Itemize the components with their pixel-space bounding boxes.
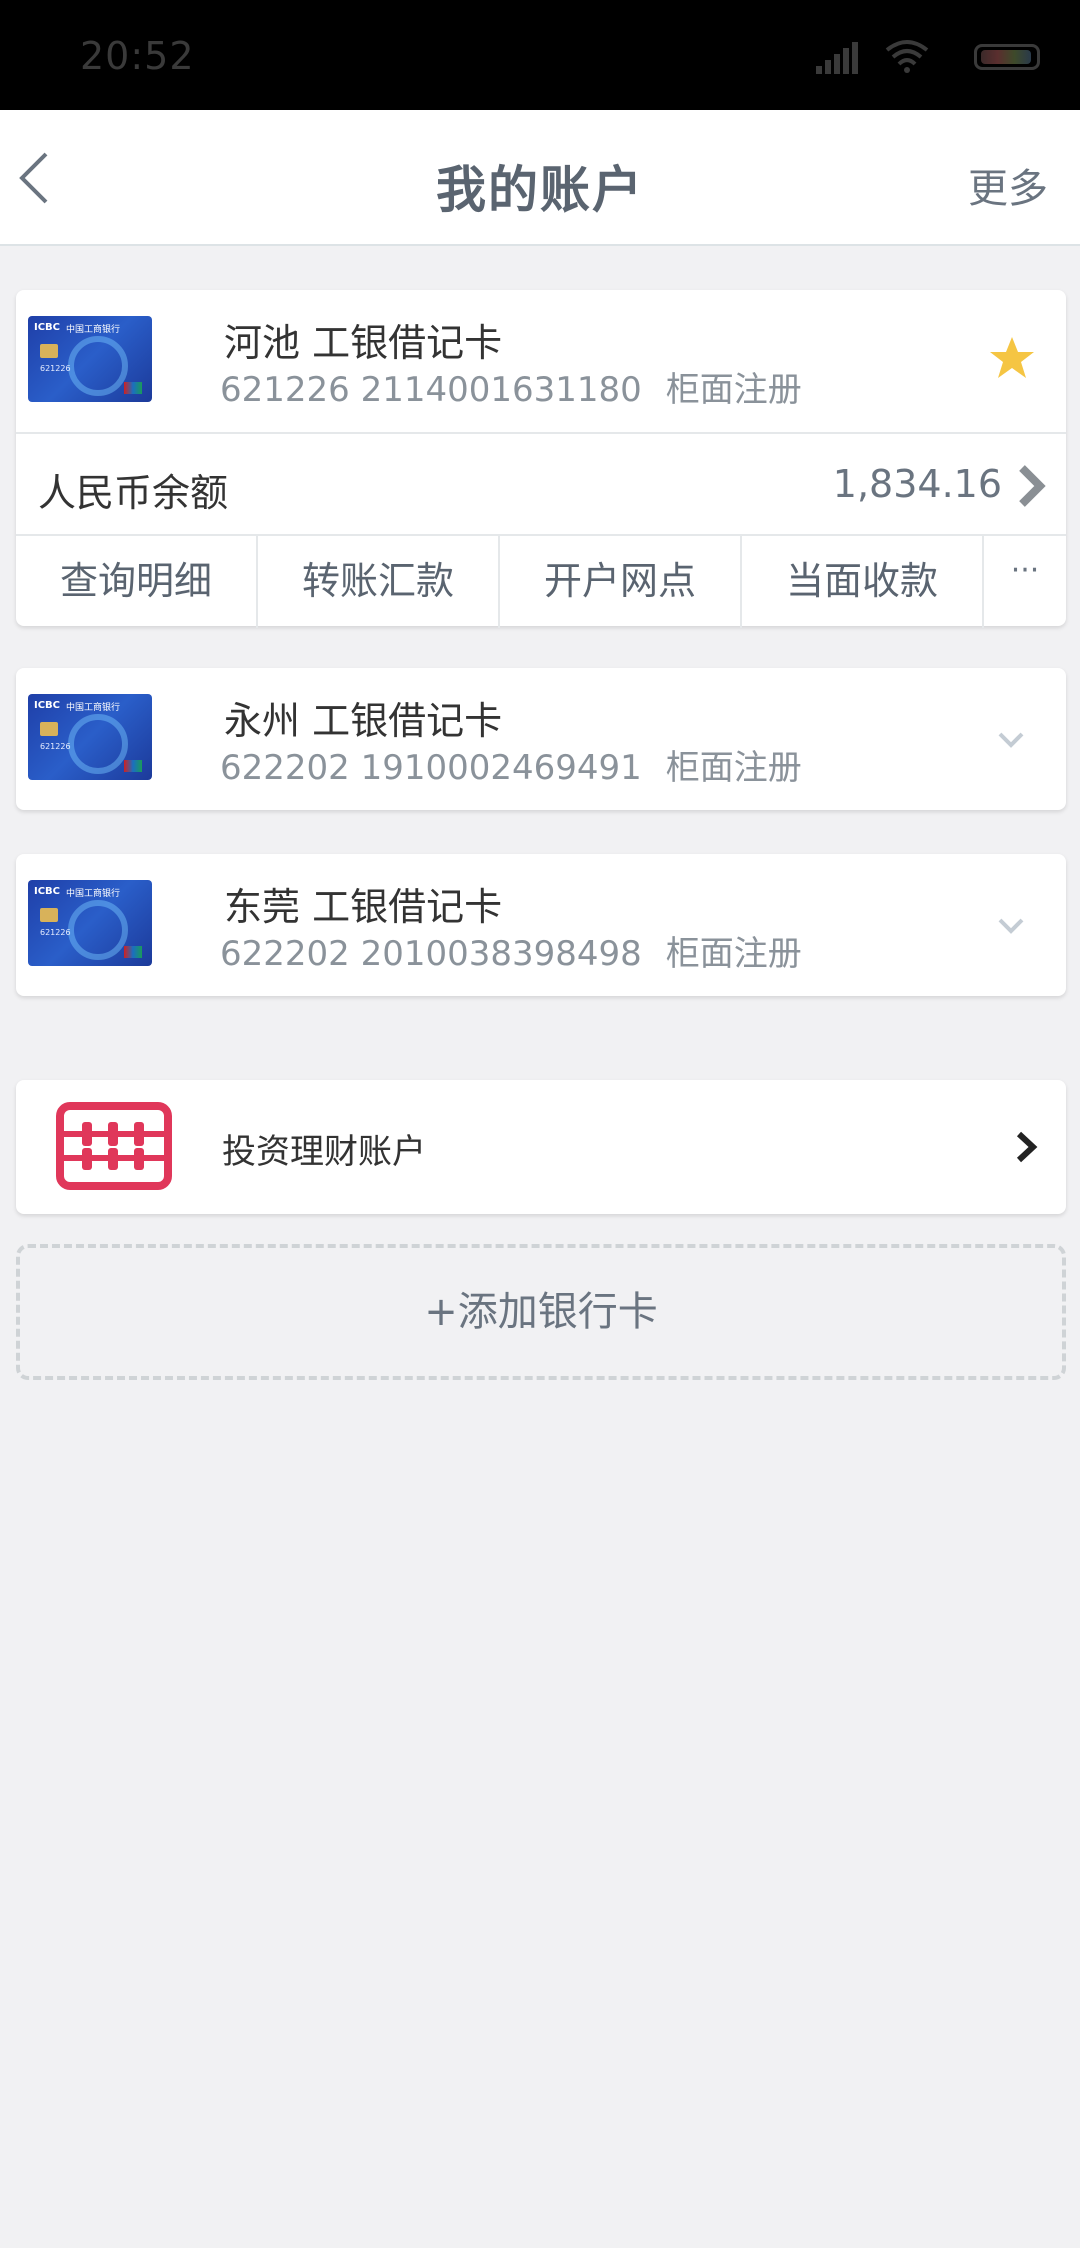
card-number: 622202 1910002469491 (220, 748, 642, 788)
battery-icon (974, 44, 1040, 70)
bank-card-item[interactable]: ICBC 中国工商银行 621226 永州 工银借记卡 622202 19100… (16, 668, 1066, 810)
balance-label: 人民币余额 (38, 471, 229, 515)
actions-more-button[interactable]: ··· (984, 536, 1066, 626)
bank-card-image: ICBC 中国工商银行 621226 (28, 316, 152, 402)
more-button[interactable]: 更多 (968, 156, 1048, 214)
balance-row[interactable]: 人民币余额 1,834.16 (16, 432, 1066, 534)
card-number-line: 621226 2114001631180 柜面注册 (220, 362, 802, 411)
actions-row: 查询明细 转账汇款 开户网点 当面收款 ··· (16, 534, 1066, 628)
balance-value: 1,834.16 (832, 462, 1002, 506)
card-name: 永州 工银借记卡 (224, 699, 503, 743)
signal-icon (816, 42, 858, 74)
card-number-line: 622202 1910002469491 柜面注册 (220, 740, 802, 789)
nav-bar: 我的账户 更多 (0, 110, 1080, 246)
status-icons (740, 38, 1040, 78)
investment-account-row[interactable]: 投资理财账户 (16, 1080, 1066, 1214)
primary-card: ICBC 中国工商银行 621226 河池 工银借记卡 621226 21140… (16, 290, 1066, 628)
abacus-icon (56, 1102, 172, 1190)
add-bank-card-button[interactable]: +添加银行卡 (16, 1244, 1066, 1380)
action-branch[interactable]: 开户网点 (500, 536, 742, 628)
page-title: 我的账户 (436, 161, 644, 219)
card-registration: 柜面注册 (665, 370, 802, 410)
star-icon[interactable] (988, 334, 1036, 382)
card-name: 河池 工银借记卡 (224, 321, 503, 365)
bank-card-item[interactable]: ICBC 中国工商银行 621226 东莞 工银借记卡 622202 20100… (16, 854, 1066, 996)
card-registration: 柜面注册 (665, 748, 802, 788)
bank-card-image: ICBC 中国工商银行 621226 (28, 694, 152, 780)
wifi-icon (885, 40, 929, 73)
card-name: 东莞 工银借记卡 (224, 885, 503, 929)
bank-card-image: ICBC 中国工商银行 621226 (28, 880, 152, 966)
chevron-right-icon (1019, 465, 1046, 507)
card-number: 621226 2114001631180 (220, 370, 642, 410)
action-receive-payment[interactable]: 当面收款 (742, 536, 984, 628)
chevron-down-icon[interactable] (996, 916, 1026, 936)
card-number: 622202 2010038398498 (220, 934, 642, 974)
card-number-line: 622202 2010038398498 柜面注册 (220, 926, 802, 975)
status-bar: 20:52 (0, 0, 1080, 110)
action-transfer[interactable]: 转账汇款 (258, 536, 500, 628)
chevron-right-icon (1016, 1131, 1038, 1163)
status-time: 20:52 (80, 34, 195, 78)
card-registration: 柜面注册 (665, 934, 802, 974)
chevron-down-icon[interactable] (996, 730, 1026, 750)
primary-card-header[interactable]: ICBC 中国工商银行 621226 河池 工银借记卡 621226 21140… (16, 290, 1066, 432)
investment-account-label: 投资理财账户 (222, 1132, 426, 1172)
action-query-details[interactable]: 查询明细 (16, 536, 258, 628)
